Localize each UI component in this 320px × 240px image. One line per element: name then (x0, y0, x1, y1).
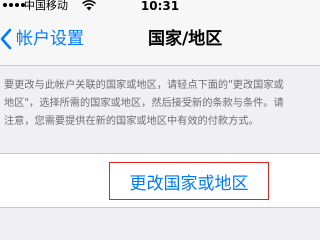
back-button[interactable]: 帐户设置 (0, 24, 84, 54)
clock: 10:31 (140, 0, 180, 13)
description-line: 注意，您需要提供在新的国家或地区中有效的付款方式。 (4, 116, 259, 127)
action-cell: 更改国家或地区 (0, 153, 320, 208)
navigation-bar: 帐户设置 国家/地区 (0, 14, 320, 66)
page-title: 国家/地区 (148, 29, 223, 49)
chevron-left-icon (0, 28, 12, 50)
change-country-region-button[interactable]: 更改国家或地区 (109, 162, 269, 200)
description-line: 要更改与此帐户关联的国家或地区，请轻点下面的"更改国家或 (4, 80, 284, 91)
description-line: 地区"，选择所需的国家或地区，然后接受新的条款与条件。请 (4, 98, 284, 109)
change-country-region-label: 更改国家或地区 (129, 173, 249, 194)
back-button-label: 帐户设置 (16, 29, 84, 49)
status-bar: 中国移动 10:31 (0, 0, 320, 14)
description-text: 要更改与此帐户关联的国家或地区，请轻点下面的"更改国家或 地区"，选择所需的国家… (4, 77, 320, 131)
screen: 中国移动 10:31 帐户设置 国家/地区 要更改与此帐户关联的国家或地区，请轻… (0, 0, 320, 240)
